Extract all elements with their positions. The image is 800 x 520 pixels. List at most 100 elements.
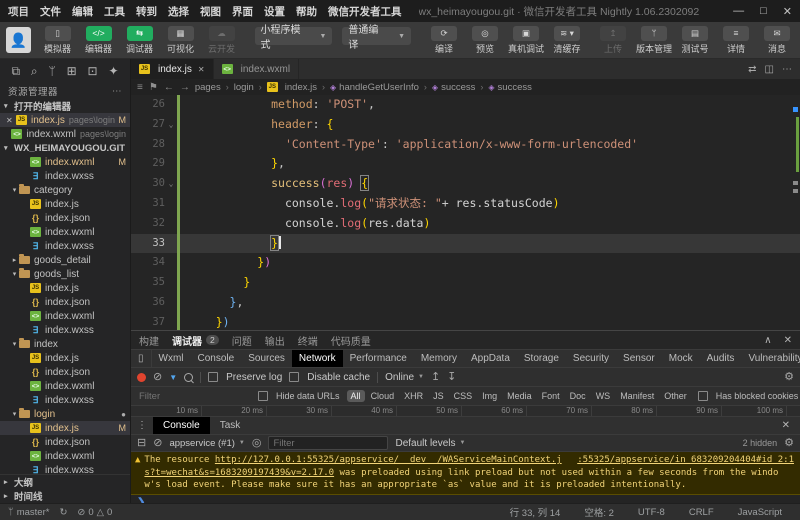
filter-pill-manifest[interactable]: Manifest (616, 390, 658, 402)
devtools-tab-storage[interactable]: Storage (517, 350, 566, 367)
tree-file[interactable]: {}index.json (0, 295, 130, 309)
package-icon[interactable]: ⊡ (88, 64, 98, 78)
test-account-button[interactable]: ▤测试号 (678, 26, 712, 55)
filter-pill-ws[interactable]: WS (592, 390, 615, 402)
menu-item-4[interactable]: 转到 (136, 6, 157, 18)
explorer-more-icon[interactable]: ⋯ (112, 86, 122, 97)
filter-pill-other[interactable]: Other (660, 390, 691, 402)
export-har-icon[interactable]: ↧ (447, 372, 456, 383)
filter-pill-doc[interactable]: Doc (566, 390, 590, 402)
blocked-cookies-checkbox[interactable]: Has blocked cookies (698, 391, 799, 401)
filter-pill-css[interactable]: CSS (450, 390, 477, 402)
breadcrumb-item[interactable]: ◈success (432, 82, 475, 93)
tree-file[interactable]: JSindex.js (0, 281, 130, 295)
tree-folder[interactable]: ▸goods_detail (0, 253, 130, 267)
drawer-menu-icon[interactable]: ⋮ (131, 417, 153, 434)
forward-icon[interactable]: → (180, 82, 190, 93)
eye-icon[interactable]: ◎ (252, 438, 262, 449)
filter-pill-img[interactable]: Img (478, 390, 501, 402)
menu-item-9[interactable]: 帮助 (296, 6, 317, 18)
open-editor-item[interactable]: <>index.wxmlpages\login (0, 127, 130, 141)
filter-pill-font[interactable]: Font (538, 390, 564, 402)
filter-pill-cloud[interactable]: Cloud (367, 390, 399, 402)
breadcrumb-item[interactable]: pages (195, 82, 221, 93)
filter-pill-all[interactable]: All (347, 390, 365, 402)
panel-tab-问题[interactable]: 问题 (232, 333, 252, 348)
tree-folder[interactable]: ▾category (0, 183, 130, 197)
version-control-button[interactable]: ᛘ版本管理 (637, 26, 671, 55)
tree-file[interactable]: <>index.wxml (0, 309, 130, 323)
breadcrumb-item[interactable]: JSindex.js (267, 82, 317, 93)
menu-item-1[interactable]: 文件 (40, 6, 61, 18)
import-har-icon[interactable]: ↥ (431, 372, 440, 383)
devtools-tab-network[interactable]: Network (292, 350, 343, 367)
devtools-tab-performance[interactable]: Performance (343, 350, 414, 367)
maximize-button[interactable]: □ (760, 5, 767, 18)
panel-close-icon[interactable]: ✕ (784, 335, 792, 346)
avatar[interactable]: 👤 (6, 27, 31, 53)
tree-file[interactable]: JSindex.jsM (0, 421, 130, 435)
panel-tab-代码质量[interactable]: 代码质量 (331, 333, 371, 348)
filter-pill-js[interactable]: JS (429, 390, 448, 402)
minimize-button[interactable]: — (733, 5, 744, 18)
statusbar-item-1[interactable]: 空格: 2 (584, 505, 614, 519)
timeline-section[interactable]: ▸ 时间线 (0, 489, 130, 503)
messages-button[interactable]: ✉消息 (760, 26, 794, 55)
console-filter-input[interactable] (268, 436, 388, 450)
compile-select[interactable]: 普通编译▼ (342, 27, 411, 45)
menu-item-5[interactable]: 选择 (168, 6, 189, 18)
filter-funnel-icon[interactable]: ▼ (169, 373, 177, 382)
record-button[interactable] (137, 373, 146, 382)
hide-data-urls-checkbox[interactable]: Hide data URLs (258, 391, 340, 401)
statusbar-item-3[interactable]: CRLF (689, 505, 714, 519)
git-branch-indicator[interactable]: ᛘ master* (8, 507, 49, 518)
debugger-button[interactable]: ⇆调试器 (123, 26, 157, 55)
overview-ruler[interactable] (792, 95, 799, 330)
menu-item-2[interactable]: 编辑 (72, 6, 93, 18)
mode-select[interactable]: 小程序模式▼ (255, 27, 333, 45)
tree-file[interactable]: ∃index.wxss (0, 323, 130, 337)
back-icon[interactable]: ← (164, 82, 174, 93)
tree-folder[interactable]: ▾index (0, 337, 130, 351)
drawer-tab-task[interactable]: Task (210, 417, 251, 434)
devtools-tab-security[interactable]: Security (566, 350, 616, 367)
console-sidebar-icon[interactable]: ⊟ (137, 438, 146, 449)
breadcrumb-item[interactable]: ◈success (488, 82, 531, 93)
devtools-tab-wxml[interactable]: Wxml (152, 350, 191, 367)
hidden-messages-count[interactable]: 2 hidden (743, 438, 778, 448)
statusbar-item-0[interactable]: 行 33, 列 14 (510, 505, 561, 519)
tree-file[interactable]: ∃index.wxss (0, 239, 130, 253)
menu-item-8[interactable]: 设置 (264, 6, 285, 18)
disable-cache-checkbox[interactable]: Disable cache (289, 372, 370, 383)
menu-item-10[interactable]: 微信开发者工具 (328, 6, 402, 18)
menu-item-6[interactable]: 视图 (200, 6, 221, 18)
compile-button[interactable]: ⟳编译 (427, 26, 461, 55)
warning-source-link[interactable]: :55325/appservice/in_683209204404#id_2:1 (577, 454, 794, 467)
tree-file[interactable]: JSindex.js (0, 351, 130, 365)
outline-list-icon[interactable]: ≡ (137, 82, 143, 93)
device-toolbar-icon[interactable]: ▯ (131, 350, 152, 367)
tree-file[interactable]: {}index.json (0, 211, 130, 225)
close-button[interactable]: ✕ (783, 5, 792, 18)
execution-context-select[interactable]: appservice (#1)▼ (169, 438, 244, 449)
devtools-tab-audits[interactable]: Audits (700, 350, 742, 367)
devtools-tab-vulnerability[interactable]: Vulnerability (741, 350, 800, 367)
theme-icon[interactable]: ✦ (108, 64, 118, 78)
network-filter-input[interactable] (137, 389, 251, 403)
source-control-icon[interactable]: ᛘ (49, 64, 56, 78)
search-icon[interactable] (184, 373, 193, 382)
tree-folder[interactable]: ▾goods_list (0, 267, 130, 281)
menu-item-3[interactable]: 工具 (104, 6, 125, 18)
editor-tab-index.wxml[interactable]: <>index.wxml (214, 59, 299, 79)
tree-file[interactable]: <>index.wxml (0, 379, 130, 393)
breadcrumb-item[interactable]: ◈handleGetUserInfo (330, 82, 419, 93)
network-settings-icon[interactable]: ⚙ (784, 372, 794, 383)
console-settings-icon[interactable]: ⚙ (784, 438, 794, 449)
breadcrumb-item[interactable]: login (234, 82, 254, 93)
preserve-log-checkbox[interactable]: Preserve log (208, 372, 282, 383)
sync-icon[interactable]: ↻ (59, 507, 67, 518)
layout-icon[interactable]: ◫ (765, 64, 774, 75)
tree-file[interactable]: ∃index.wxss (0, 393, 130, 407)
devtools-tab-console[interactable]: Console (191, 350, 242, 367)
open-editor-item[interactable]: ✕JSindex.jspages\loginM (0, 113, 130, 127)
